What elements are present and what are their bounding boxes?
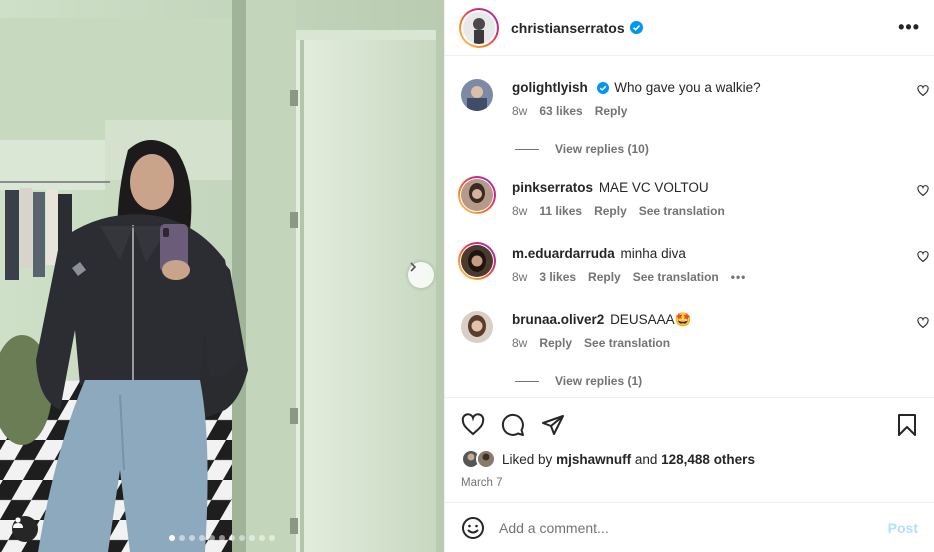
see-translation-button[interactable]: See translation	[639, 204, 725, 218]
carousel-dot	[249, 535, 255, 541]
reply-button[interactable]: Reply	[588, 270, 621, 284]
comment-text: MAE VC VOLTOU	[598, 180, 709, 195]
commenter-avatar[interactable]	[458, 176, 496, 214]
commenter-username[interactable]: m.eduardarruda	[512, 246, 615, 261]
comment-item: brunaa.oliver2 DEUSAAA🤩 8w Reply See tra…	[461, 311, 931, 350]
post-photo[interactable]	[0, 0, 444, 552]
view-replies-label: View replies (10)	[555, 142, 649, 156]
verified-icon	[596, 82, 609, 95]
commenter-avatar[interactable]	[461, 79, 493, 111]
comments-list[interactable]: golightlyish Who gave you a walkie? 8w 6…	[445, 57, 934, 397]
comment-item: golightlyish Who gave you a walkie? 8w 6…	[461, 79, 931, 118]
like-comment-heart-icon[interactable]	[917, 85, 929, 100]
comment-input[interactable]	[499, 519, 888, 536]
liked-by-user[interactable]: mjshawnuff	[556, 452, 631, 467]
see-translation-button[interactable]: See translation	[633, 270, 719, 284]
view-replies-label: View replies (1)	[555, 374, 643, 388]
user-tag-icon	[13, 517, 23, 528]
commenter-avatar[interactable]	[458, 242, 496, 280]
comment-text: minha diva	[620, 246, 686, 261]
share-icon[interactable]	[541, 413, 565, 437]
more-options-button[interactable]: •••	[898, 17, 920, 38]
carousel-dot	[219, 535, 225, 541]
carousel-dot	[239, 535, 245, 541]
comment-age: 8w	[512, 270, 528, 284]
like-comment-heart-icon[interactable]	[917, 185, 929, 200]
liked-by-avatars[interactable]	[461, 449, 496, 469]
comment-item: pinkserratos MAE VC VOLTOU 8w 11 likes R…	[458, 176, 931, 218]
comment-icon[interactable]	[501, 413, 525, 437]
commenter-username[interactable]: pinkserratos	[512, 180, 593, 195]
comment-likes[interactable]: 3 likes	[539, 270, 576, 284]
comment-options-button[interactable]: •••	[731, 270, 747, 284]
verified-icon	[629, 21, 643, 34]
carousel-dot	[269, 535, 275, 541]
reply-button[interactable]: Reply	[539, 336, 572, 350]
post-side-panel: christianserratos ••• golightlyish Who g…	[444, 0, 934, 552]
author-avatar[interactable]	[459, 7, 499, 48]
like-comment-heart-icon[interactable]	[917, 317, 929, 332]
comment-text: DEUSAAA🤩	[610, 312, 692, 327]
commenter-username[interactable]: golightlyish	[512, 80, 588, 95]
carousel-dot	[179, 535, 185, 541]
carousel-dot	[189, 535, 195, 541]
chevron-right-icon	[410, 262, 417, 272]
comment-age: 8w	[512, 204, 528, 218]
view-replies-button[interactable]: View replies (1)	[515, 374, 642, 388]
carousel-dot	[259, 535, 265, 541]
commenter-username[interactable]: brunaa.oliver2	[512, 312, 604, 327]
like-comment-heart-icon[interactable]	[917, 251, 929, 266]
likes-summary: Liked by mjshawnuff and 128,488 others	[461, 449, 918, 469]
carousel-next-button[interactable]	[408, 262, 434, 288]
carousel-dots	[0, 535, 444, 541]
post-date[interactable]: March 7	[461, 477, 918, 489]
commenter-avatar[interactable]	[461, 311, 493, 343]
carousel-dot	[229, 535, 235, 541]
comment-age: 8w	[512, 336, 528, 350]
post-header: christianserratos •••	[445, 0, 934, 56]
post-comment-button[interactable]: Post	[888, 520, 918, 536]
photo-illustration	[0, 0, 444, 552]
comment-likes[interactable]: 11 likes	[539, 204, 582, 218]
view-replies-button[interactable]: View replies (10)	[515, 142, 649, 156]
author-username[interactable]: christianserratos	[511, 20, 625, 36]
bookmark-icon[interactable]	[896, 413, 918, 437]
likes-count[interactable]: 128,488 others	[661, 452, 755, 467]
carousel-dot	[199, 535, 205, 541]
post-actions: Liked by mjshawnuff and 128,488 others M…	[445, 397, 934, 489]
reply-button[interactable]: Reply	[594, 204, 627, 218]
comment-item: m.eduardarruda minha diva 8w 3 likes Rep…	[458, 242, 931, 284]
reply-button[interactable]: Reply	[595, 104, 628, 118]
see-translation-button[interactable]: See translation	[584, 336, 670, 350]
emoji-icon[interactable]	[461, 516, 485, 540]
liked-by-prefix: Liked by	[502, 451, 553, 467]
like-heart-icon[interactable]	[461, 413, 485, 437]
comment-text: Who gave you a walkie?	[614, 80, 761, 95]
add-comment-bar: Post	[445, 502, 934, 552]
carousel-dot	[209, 535, 215, 541]
author-avatar-image	[463, 11, 495, 44]
comment-likes[interactable]: 63 likes	[539, 104, 582, 118]
liked-by-and: and	[634, 451, 658, 467]
carousel-dot	[169, 535, 175, 541]
comment-age: 8w	[512, 104, 528, 118]
